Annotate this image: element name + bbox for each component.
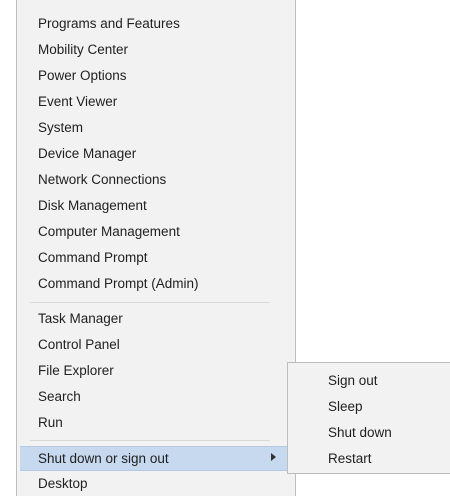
menu-item-computer-management[interactable]: Computer Management xyxy=(38,220,180,244)
submenu-item-shut-down[interactable]: Shut down xyxy=(328,421,392,445)
menu-item-task-manager[interactable]: Task Manager xyxy=(38,307,123,331)
menu-item-network-connections[interactable]: Network Connections xyxy=(38,168,166,192)
shutdown-submenu: Sign out Sleep Shut down Restart xyxy=(287,362,450,474)
menu-item-desktop[interactable]: Desktop xyxy=(38,472,88,496)
screen: Programs and Features Mobility Center Po… xyxy=(0,0,450,496)
menu-item-run[interactable]: Run xyxy=(38,411,63,435)
menu-separator xyxy=(30,302,270,303)
menu-separator xyxy=(30,440,270,441)
menu-item-power-options[interactable]: Power Options xyxy=(38,64,127,88)
menu-item-disk-management[interactable]: Disk Management xyxy=(38,194,147,218)
menu-item-search[interactable]: Search xyxy=(38,385,81,409)
submenu-item-sleep[interactable]: Sleep xyxy=(328,395,363,419)
menu-item-file-explorer[interactable]: File Explorer xyxy=(38,359,114,383)
menu-item-shut-down-or-sign-out[interactable]: Shut down or sign out xyxy=(38,447,169,471)
menu-item-programs-and-features[interactable]: Programs and Features xyxy=(38,12,180,36)
menu-item-control-panel[interactable]: Control Panel xyxy=(38,333,120,357)
menu-item-event-viewer[interactable]: Event Viewer xyxy=(38,90,117,114)
submenu-item-restart[interactable]: Restart xyxy=(328,447,372,471)
menu-item-device-manager[interactable]: Device Manager xyxy=(38,142,136,166)
menu-item-command-prompt-admin[interactable]: Command Prompt (Admin) xyxy=(38,272,199,296)
submenu-item-sign-out[interactable]: Sign out xyxy=(328,369,378,393)
menu-item-mobility-center[interactable]: Mobility Center xyxy=(38,38,128,62)
submenu-arrow-icon xyxy=(271,453,276,461)
menu-item-command-prompt[interactable]: Command Prompt xyxy=(38,246,148,270)
menu-item-system[interactable]: System xyxy=(38,116,83,140)
